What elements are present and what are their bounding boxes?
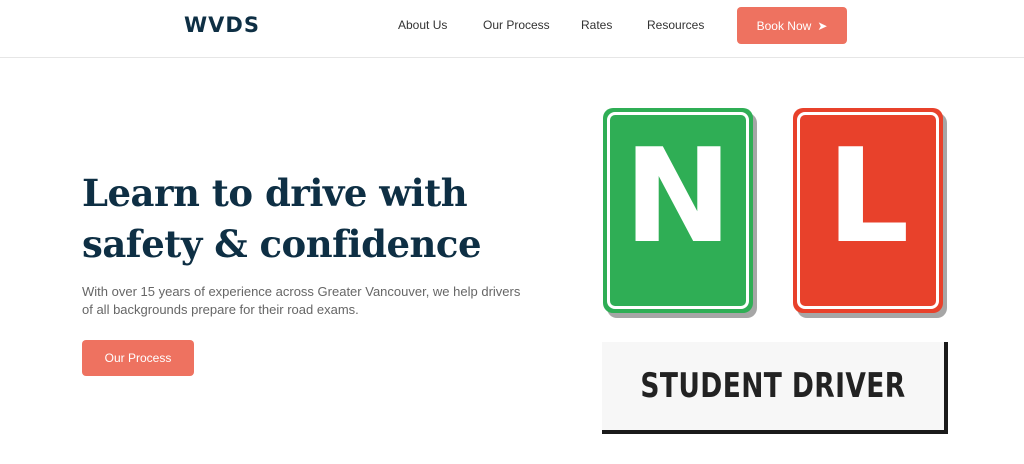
student-driver-text: STUDENT DRIVER [640, 366, 906, 406]
hero-subtext: With over 15 years of experience across … [82, 284, 521, 317]
n-plate-image: N [603, 108, 753, 313]
arrow-right-icon: ➤ [817, 18, 828, 33]
site-header: WVDS About Us Our Process Rates Resource… [0, 0, 1024, 58]
book-now-label: Book Now [756, 18, 812, 33]
plate-letter-l: L [826, 119, 910, 272]
student-driver-sign: STUDENT DRIVER [602, 342, 948, 434]
our-process-button[interactable]: Our Process [82, 340, 194, 376]
headline-line-2: safety & confidence [82, 222, 481, 266]
headline-line-1: Learn to drive with [82, 171, 468, 215]
plate-letter-n: N [623, 119, 733, 272]
nav-our-process[interactable]: Our Process [483, 18, 550, 32]
nav-about-us[interactable]: About Us [398, 18, 447, 32]
site-logo[interactable]: WVDS [184, 13, 260, 37]
l-plate-image: L [793, 108, 943, 313]
book-now-button[interactable]: Book Now ➤ [737, 7, 847, 44]
hero-headline: Learn to drive with safety & confidence [82, 168, 552, 270]
nav-rates[interactable]: Rates [581, 18, 612, 32]
nav-resources[interactable]: Resources [647, 18, 704, 32]
